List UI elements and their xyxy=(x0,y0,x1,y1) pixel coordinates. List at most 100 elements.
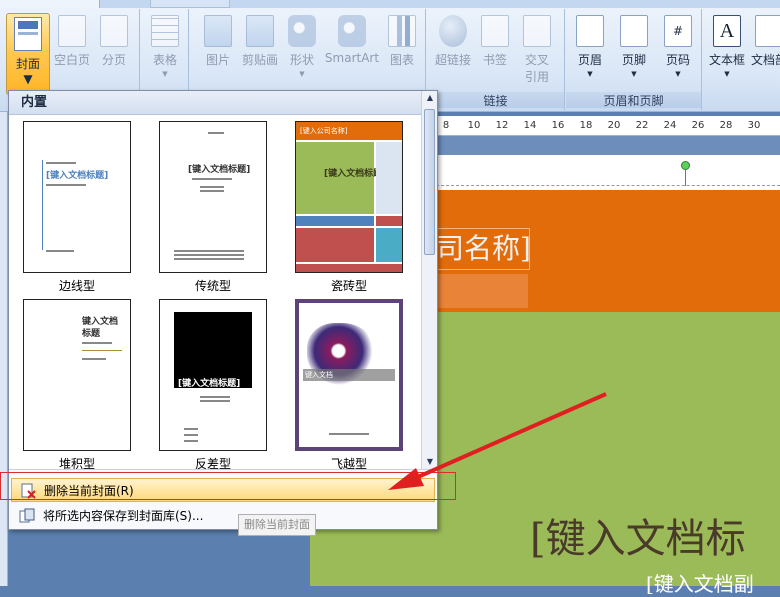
chevron-down-icon: ▼ xyxy=(299,70,305,78)
remove-cover-label: 删除当前封面(R) xyxy=(44,484,134,498)
vertical-ruler xyxy=(0,112,8,586)
smartart-button[interactable]: SmartArt xyxy=(322,13,382,65)
thumb-title: [键入文档标题] xyxy=(178,379,241,389)
chart-label: 图表 xyxy=(389,53,414,67)
table-button[interactable]: 表格 ▼ xyxy=(143,13,187,78)
ruler-tick-label: 14 xyxy=(523,120,537,131)
chevron-down-icon: ▼ xyxy=(675,70,681,78)
hyperlink-icon xyxy=(439,15,467,47)
save-to-gallery-label: 将所选内容保存到封面库(S)... xyxy=(43,509,204,523)
chart-icon xyxy=(388,15,416,47)
company-subfield[interactable] xyxy=(436,274,528,308)
picture-icon xyxy=(204,15,232,47)
cover-page-button[interactable]: 封面 ▼ xyxy=(6,13,50,95)
chevron-down-icon: ▼ xyxy=(23,72,33,86)
template-traditional[interactable]: [键入文档标题] 传统型 xyxy=(153,121,273,294)
page-number-button[interactable]: # 页码 ▼ xyxy=(656,13,700,78)
thumb-title: [键入文档标题] xyxy=(188,165,251,175)
save-to-gallery-menu-item[interactable]: 将所选内容保存到封面库(S)... xyxy=(11,504,435,528)
template-name: 传统型 xyxy=(194,279,231,293)
header-label: 页眉 xyxy=(577,53,602,67)
ruler-tick-label: 30 xyxy=(747,120,761,131)
cover-page-icon xyxy=(14,17,42,51)
chevron-down-icon: ▼ xyxy=(724,70,730,78)
cross-reference-label-2: 引用 xyxy=(524,70,549,84)
template-thumbnail: 键入文档 标题 xyxy=(23,299,131,451)
tab-page-layout[interactable] xyxy=(150,0,230,8)
textbox-button[interactable]: A 文本框 ▼ xyxy=(705,13,749,78)
ruler-tick-label: 18 xyxy=(579,120,593,131)
scroll-up-icon[interactable]: ▲ xyxy=(422,91,438,105)
ribbon-tab-strip xyxy=(0,0,780,8)
clipart-button[interactable]: 剪贴画 xyxy=(238,13,282,68)
header-boundary xyxy=(436,185,780,186)
tab-insert[interactable] xyxy=(0,0,100,8)
chart-button[interactable]: 图表 xyxy=(380,13,424,68)
template-stacked[interactable]: 键入文档 标题 堆积型 xyxy=(17,299,137,472)
chevron-down-icon: ▼ xyxy=(587,70,593,78)
thumb-company: [键入公司名称] xyxy=(300,127,348,135)
links-group: 超链接 书签 交叉 引用 链接 xyxy=(427,9,565,110)
thumb-title-b: 标题 xyxy=(82,329,101,339)
clipart-icon xyxy=(246,15,274,47)
shapes-icon xyxy=(288,15,316,47)
textbox-icon: A xyxy=(713,15,741,47)
cross-reference-button[interactable]: 交叉 引用 xyxy=(515,13,559,85)
chevron-down-icon: ▼ xyxy=(162,70,168,78)
company-name-field[interactable]: 司名称] xyxy=(436,228,530,270)
ruler-tick-label: 24 xyxy=(663,120,677,131)
template-sideline[interactable]: [键入文档标题] 边线型 xyxy=(17,121,137,294)
rotation-handle[interactable] xyxy=(681,161,690,170)
hyperlink-button[interactable]: 超链接 xyxy=(431,13,475,68)
template-tiles[interactable]: [键入公司名称] [键入文档标题] 瓷砖型 xyxy=(289,121,409,294)
blank-page-icon xyxy=(58,15,86,47)
page-break-icon xyxy=(100,15,128,47)
table-icon xyxy=(151,15,179,47)
smartart-label: SmartArt xyxy=(324,51,380,65)
template-thumbnail: [键入文档标题] xyxy=(159,299,267,451)
rotation-handle-stem xyxy=(685,168,686,186)
document-subtitle-field[interactable]: [键入文档副 xyxy=(646,568,780,597)
footer-button[interactable]: 页脚 ▼ xyxy=(612,13,656,78)
document-parts-button[interactable]: 文档部 xyxy=(749,13,780,68)
template-thumbnail: [键入公司名称] [键入文档标题] xyxy=(295,121,403,273)
page-break-button[interactable]: 分页 xyxy=(92,13,136,68)
page-number-icon: # xyxy=(664,15,692,47)
links-group-label: 链接 xyxy=(427,92,564,108)
template-name: 瓷砖型 xyxy=(330,279,367,293)
ruler-tick-label: 10 xyxy=(467,120,481,131)
footer-label: 页脚 xyxy=(621,53,646,67)
clipart-label: 剪贴画 xyxy=(241,53,278,67)
horizontal-ruler[interactable]: 8 10 12 14 16 18 20 22 24 26 28 30 xyxy=(436,116,780,136)
header-footer-group-label: 页眉和页脚 xyxy=(566,92,701,108)
footer-icon xyxy=(620,15,648,47)
page-break-label: 分页 xyxy=(101,53,126,67)
cover-page-label: 封面 xyxy=(15,57,40,71)
scrollbar-thumb[interactable] xyxy=(424,109,435,255)
ruler-tick-label: 20 xyxy=(607,120,621,131)
annotation-arrow xyxy=(388,392,607,490)
bookmark-icon xyxy=(481,15,509,47)
template-thumbnail: [键入文档标题] xyxy=(23,121,131,273)
smartart-icon xyxy=(338,15,366,47)
ruler-tick-label: 12 xyxy=(495,120,509,131)
remove-cover-menu-item[interactable]: 删除当前封面(R) xyxy=(11,478,435,502)
gallery-section-title: 内置 xyxy=(9,91,427,115)
template-contrast[interactable]: [键入文档标题] 反差型 xyxy=(153,299,273,472)
thumb-title: 键入文档 xyxy=(305,371,333,379)
picture-button[interactable]: 图片 xyxy=(196,13,240,68)
bookmark-button[interactable]: 书签 xyxy=(473,13,517,68)
cross-reference-label-1: 交叉 xyxy=(524,53,549,67)
document-title-field[interactable]: [键入文档标 xyxy=(530,506,780,566)
ruler-tick-label: 28 xyxy=(719,120,733,131)
remove-cover-icon xyxy=(20,483,36,499)
header-button[interactable]: 页眉 ▼ xyxy=(568,13,612,78)
template-name: 边线型 xyxy=(58,279,95,293)
save-to-gallery-icon xyxy=(19,508,35,524)
text-group: A 文本框 ▼ 文档部 xyxy=(703,9,780,110)
thumb-title: [键入文档标题] xyxy=(46,171,109,181)
bookmark-label: 书签 xyxy=(482,53,507,67)
ruler-tick-label: 8 xyxy=(442,120,450,131)
shapes-button[interactable]: 形状 ▼ xyxy=(280,13,324,78)
blank-page-button[interactable]: 空白页 xyxy=(50,13,94,68)
